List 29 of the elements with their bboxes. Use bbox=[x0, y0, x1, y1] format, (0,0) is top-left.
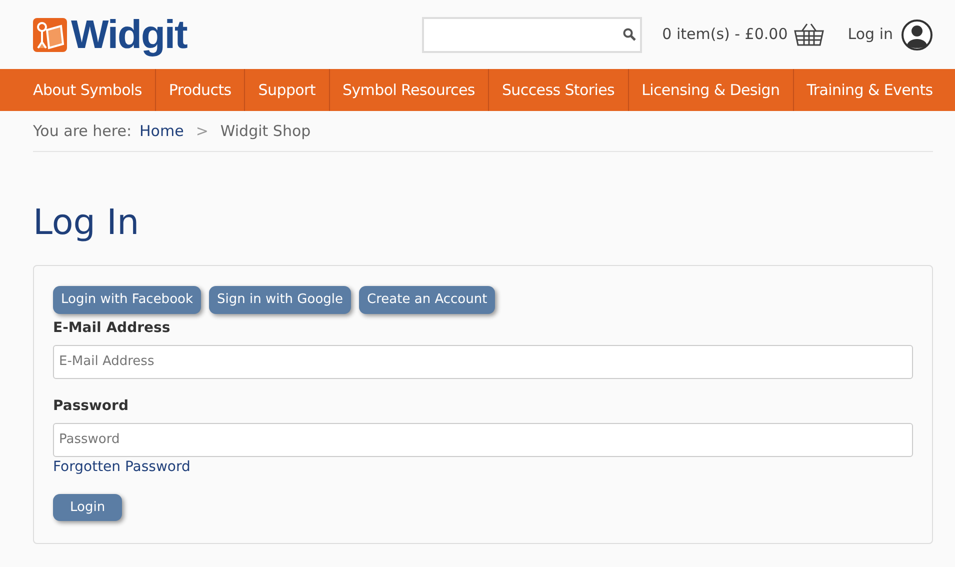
nav-link-item[interactable]: Symbol Resources bbox=[330, 69, 489, 111]
breadcrumb-separator: > bbox=[196, 120, 208, 142]
login-button[interactable]: Login bbox=[53, 494, 122, 521]
logo-wordmark[interactable]: Widgit bbox=[71, 14, 187, 54]
nav-link-item[interactable]: Training & Events bbox=[794, 69, 946, 111]
input-field[interactable]: Password bbox=[53, 422, 913, 456]
user-avatar-icon[interactable] bbox=[901, 18, 933, 50]
page-title: Log In bbox=[33, 202, 140, 244]
field-label: E-Mail Address bbox=[53, 318, 172, 338]
cart-summary[interactable]: 0 item(s) - £0.00 bbox=[662, 23, 788, 46]
nav-link-item[interactable]: Success Stories bbox=[488, 69, 629, 111]
logo-icon bbox=[33, 18, 67, 52]
nav-link-item[interactable]: Licensing & Design bbox=[628, 69, 794, 111]
breadcrumb-current: Widgit Shop bbox=[220, 120, 311, 142]
breadcrumb-label: You are here: bbox=[33, 120, 132, 142]
social-login-button[interactable]: Sign in with Google bbox=[209, 286, 352, 314]
social-login-button[interactable]: Login with Facebook bbox=[53, 286, 201, 314]
basket-icon[interactable] bbox=[794, 22, 824, 46]
search-icon[interactable] bbox=[623, 28, 636, 41]
nav-link-item[interactable]: About Symbols bbox=[20, 69, 156, 111]
forgotten-password-link[interactable]: Forgotten Password bbox=[53, 458, 190, 474]
breadcrumb-link[interactable]: Home bbox=[140, 120, 184, 142]
nav-link-item[interactable]: Products bbox=[156, 69, 246, 111]
input-field[interactable]: E-Mail Address bbox=[53, 344, 913, 378]
login-link[interactable]: Log in bbox=[848, 23, 893, 46]
nav-link-item[interactable]: Support bbox=[245, 69, 330, 111]
social-login-button[interactable]: Create an Account bbox=[359, 286, 496, 314]
search-field[interactable] bbox=[422, 16, 642, 52]
field-label: Password bbox=[53, 396, 130, 416]
